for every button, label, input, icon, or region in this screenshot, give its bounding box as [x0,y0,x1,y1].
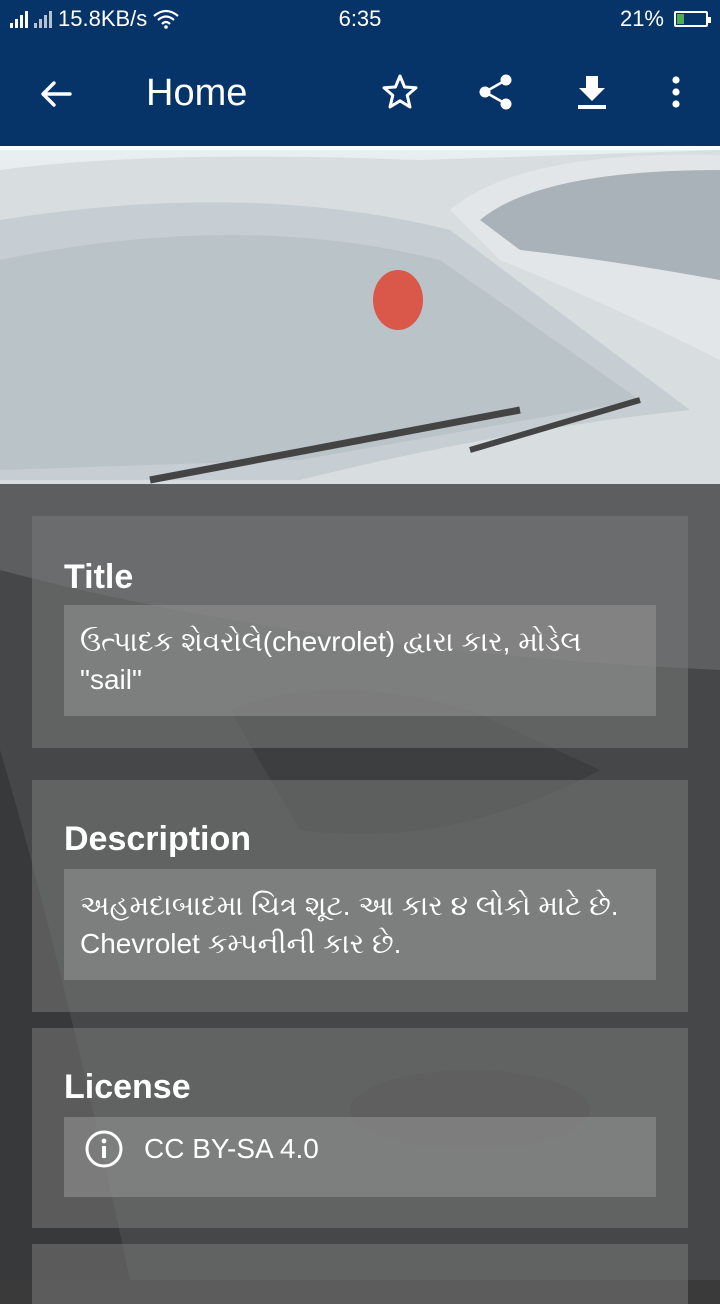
license-label: License [64,1068,191,1106]
more-vert-icon[interactable] [656,72,696,112]
share-icon[interactable] [476,72,516,112]
title-label: Title [64,558,134,596]
star-icon[interactable] [380,72,420,112]
title-value[interactable]: ઉત્પાદક શેવરોલે(chevrolet) દ્વારા કાર, મ… [64,605,656,716]
info-icon [85,1130,123,1168]
license-card: License CC BY-SA 4.0 [32,1028,688,1228]
back-arrow-icon[interactable] [36,74,76,114]
status-right: 21% [619,6,711,32]
status-time: 6:35 [338,6,382,31]
download-icon[interactable] [572,72,612,112]
app-bar: Home [0,38,720,146]
title-card: Title ઉત્પાદક શેવરોલે(chevrolet) દ્વારા … [32,516,688,748]
next-card [32,1244,688,1304]
license-row[interactable]: CC BY-SA 4.0 [64,1117,656,1197]
description-card: Description અહમદાબાદમા ચિત્ર શૂટ. આ કાર … [32,780,688,1012]
license-value: CC BY-SA 4.0 [144,1133,319,1164]
page-title: Home [146,72,248,114]
description-label: Description [64,820,252,858]
status-bar: 15.8KB/s 6:35 21% [0,0,720,38]
description-value[interactable]: અહમદાબાદમા ચિત્ર શૂટ. આ કાર ૪ લોકો માટે … [64,869,656,980]
battery-icon [674,11,711,27]
battery-percent: 21% [619,6,664,31]
